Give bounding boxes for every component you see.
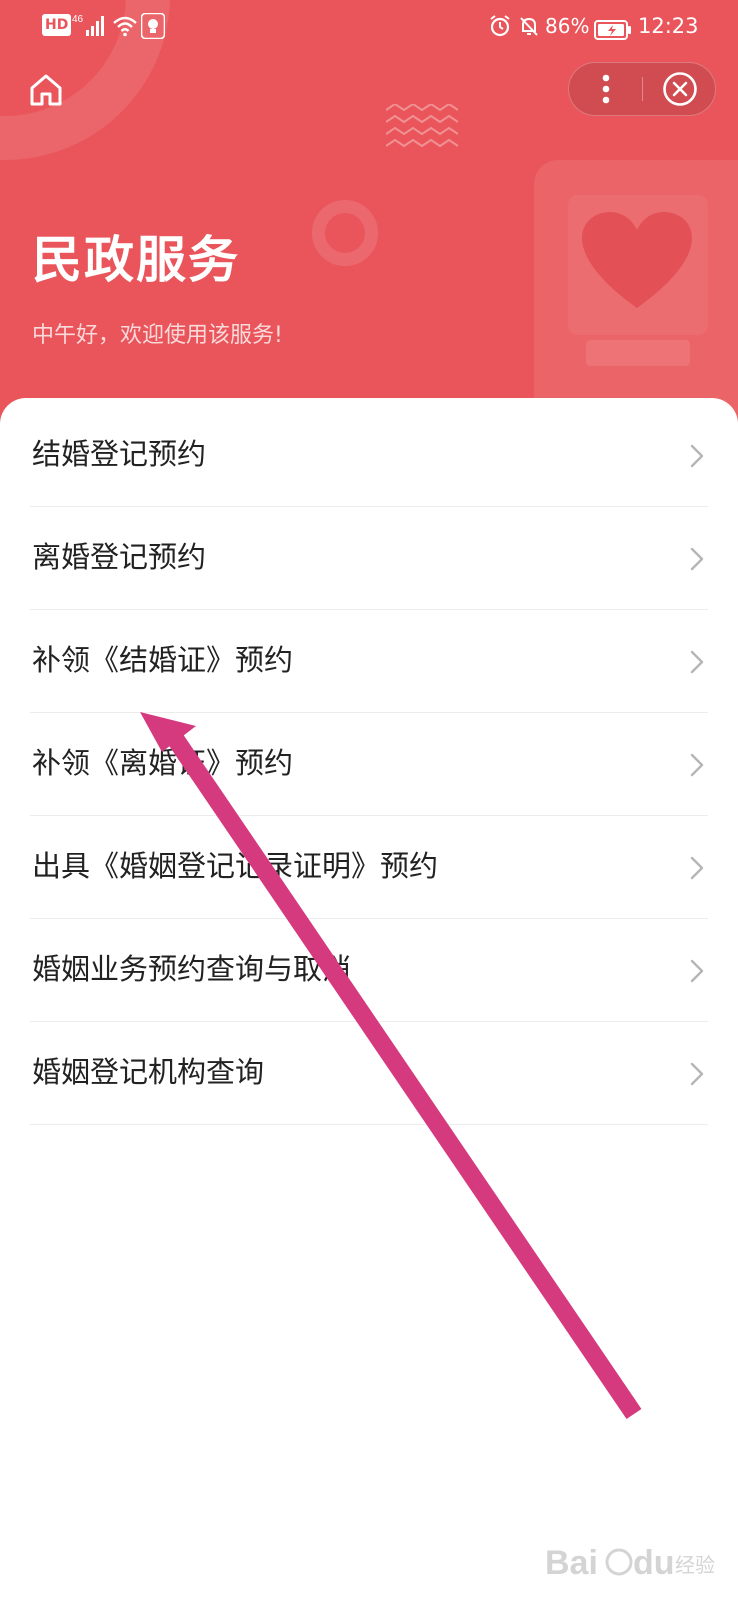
list-item-label: 出具《婚姻登记记录证明》预约 xyxy=(32,849,439,883)
decor-zigzag-icon xyxy=(386,104,458,148)
list-item-reissue-marriage-cert[interactable]: 补领《结婚证》预约 xyxy=(30,610,708,713)
home-icon xyxy=(30,74,62,106)
mini-program-capsule xyxy=(568,62,716,116)
baidu-jingyan-watermark-icon: Bai du 经验 xyxy=(545,1544,715,1582)
lightbulb-icon xyxy=(141,12,165,40)
decor-ring-small xyxy=(312,200,378,266)
page: HD 46 86% 12:23 民政服务 中午好，欢迎使用该服务! 结婚登记预约… xyxy=(0,0,738,1600)
svg-text:du: du xyxy=(633,1544,675,1582)
list-item-appointment-query[interactable]: 婚姻业务预约查询与取消 xyxy=(30,919,708,1022)
page-title: 民政服务 xyxy=(32,231,240,289)
chevron-right-icon xyxy=(690,1062,704,1086)
hd-badge: HD xyxy=(42,14,72,36)
header-banner: HD 46 86% 12:23 民政服务 中午好，欢迎使用该服务! xyxy=(0,0,738,440)
list-item-label: 婚姻业务预约查询与取消 xyxy=(32,952,352,986)
network-type-label: 46 xyxy=(72,14,84,25)
more-button[interactable] xyxy=(569,63,642,115)
clock-time: 12:23 xyxy=(638,14,699,38)
page-subtitle: 中午好，欢迎使用该服务! xyxy=(32,323,283,348)
alarm-icon xyxy=(489,12,511,40)
list-item-label: 补领《结婚证》预约 xyxy=(32,643,294,677)
battery-percent: 86% xyxy=(545,14,590,38)
heart-icon xyxy=(582,212,692,308)
chevron-right-icon xyxy=(690,444,704,468)
list-item-office-query[interactable]: 婚姻登记机构查询 xyxy=(30,1022,708,1125)
cellular-signal-icon: 46 xyxy=(72,12,106,40)
list-item-marriage-registration[interactable]: 结婚登记预约 xyxy=(30,404,708,507)
list-item-divorce-registration[interactable]: 离婚登记预约 xyxy=(30,507,708,610)
list-item-label: 补领《离婚证》预约 xyxy=(32,746,294,780)
list-item-label: 婚姻登记机构查询 xyxy=(32,1055,265,1089)
close-circle-icon xyxy=(662,72,697,106)
decor-bar xyxy=(586,340,690,366)
list-item-record-certificate[interactable]: 出具《婚姻登记记录证明》预约 xyxy=(30,816,708,919)
chevron-right-icon xyxy=(690,959,704,983)
chevron-right-icon xyxy=(690,650,704,674)
chevron-right-icon xyxy=(690,856,704,880)
chevron-right-icon xyxy=(690,753,704,777)
list-item-label: 离婚登记预约 xyxy=(32,540,207,574)
status-bar: HD 46 86% 12:23 xyxy=(0,0,738,52)
close-button[interactable] xyxy=(643,63,716,115)
chevron-right-icon xyxy=(690,547,704,571)
home-button[interactable] xyxy=(26,70,66,110)
service-list: 结婚登记预约 离婚登记预约 补领《结婚证》预约 补领《离婚证》预约 出具《婚姻登… xyxy=(30,404,708,1125)
svg-text:Bai: Bai xyxy=(545,1544,598,1582)
battery-icon xyxy=(594,16,632,44)
list-item-label: 结婚登记预约 xyxy=(32,437,207,471)
more-vertical-icon xyxy=(602,74,609,104)
svg-text:经验: 经验 xyxy=(675,1553,715,1577)
list-item-reissue-divorce-cert[interactable]: 补领《离婚证》预约 xyxy=(30,713,708,816)
wifi-icon xyxy=(112,12,138,40)
mute-bell-icon xyxy=(518,12,540,40)
content-card: 结婚登记预约 离婚登记预约 补领《结婚证》预约 补领《离婚证》预约 出具《婚姻登… xyxy=(0,398,738,1600)
